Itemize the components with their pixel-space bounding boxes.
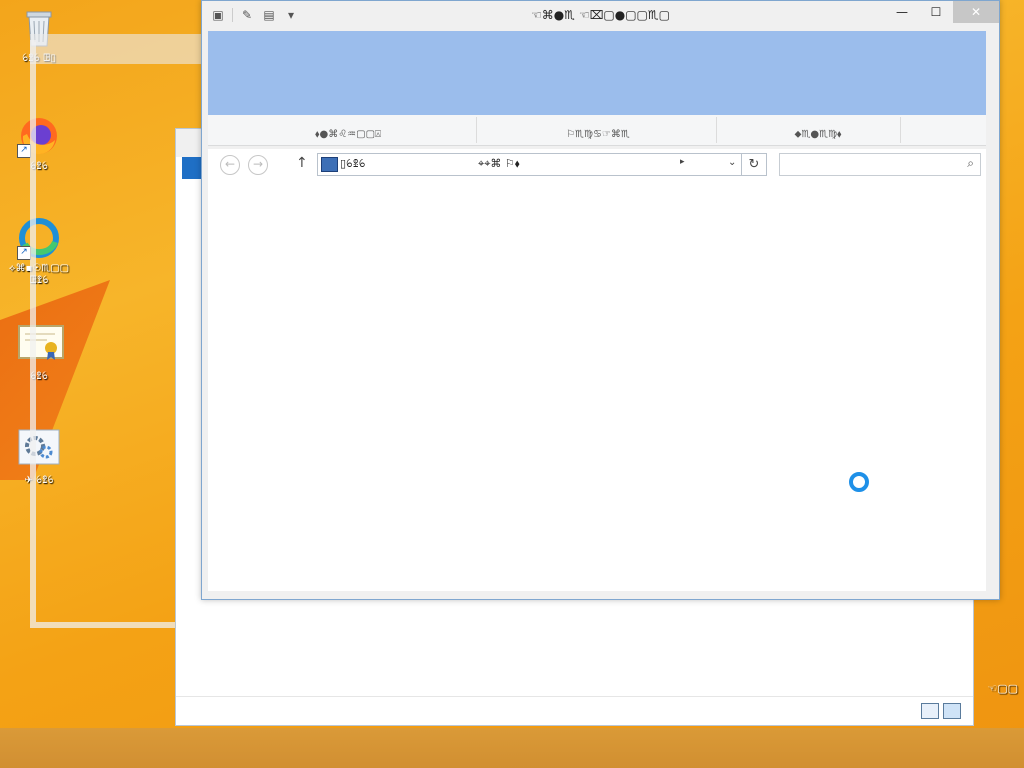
large-icons-view-icon[interactable] xyxy=(943,703,961,719)
search-icon[interactable]: ⌕ xyxy=(967,156,974,171)
explorer-window[interactable]: ▣ ✎ ▤ ▾ ☜⌘●♏ ☜⌧▢●▢▢♏▢ — ☐ ✕ ⬧●⌘♌♒▢▢⍓ ⚐♏♍… xyxy=(201,0,1000,600)
minimize-button[interactable]: — xyxy=(885,1,919,23)
maximize-button[interactable]: ☐ xyxy=(919,1,953,23)
ribbon-divider xyxy=(476,117,477,143)
forward-button[interactable]: → xyxy=(248,155,268,175)
breadcrumb-location[interactable]: ⌖⌖⌘ ⚐⬧ xyxy=(478,157,520,171)
ribbon-divider xyxy=(716,117,717,143)
chevron-down-icon[interactable]: ⌄ xyxy=(728,157,736,168)
window-title: ☜⌘●♏ ☜⌧▢●▢▢♏▢ xyxy=(531,8,670,22)
file-list-area[interactable] xyxy=(208,179,986,591)
back-button[interactable]: ← xyxy=(220,155,240,175)
search-box[interactable]: ⌕ xyxy=(779,153,981,176)
ribbon-group-label: ⬥♏●♏♍⬧ xyxy=(794,129,842,140)
shortcut-arrow-icon: ↗ xyxy=(17,246,31,260)
close-button[interactable]: ✕ xyxy=(953,1,999,23)
ribbon-group-label: ⚐♏♍♋☞⌘♏ xyxy=(566,129,630,140)
shortcut-arrow-icon: ↗ xyxy=(17,144,31,158)
window-controls: — ☐ ✕ xyxy=(885,1,999,23)
breadcrumb-arrow-icon[interactable]: ▸ xyxy=(680,157,685,167)
ribbon: ⬧●⌘♌♒▢▢⍓ ⚐♏♍♋☞⌘♏ ⬥♏●♏♍⬧ xyxy=(208,115,986,146)
ribbon-divider xyxy=(900,117,901,143)
refresh-button[interactable]: ↻ xyxy=(741,154,766,175)
background-window-statusbar xyxy=(176,696,973,725)
loading-spinner-icon xyxy=(849,472,869,492)
address-bar[interactable]: ▯ꕃꖵꕃ ⌖⌖⌘ ⚐⬧ ▸ ⌄ ↻ xyxy=(317,153,767,176)
up-button[interactable]: ↑ xyxy=(296,155,308,171)
ribbon-selection-overlay xyxy=(208,31,986,115)
computer-icon xyxy=(321,157,338,172)
tray-label: ☜▢▢ xyxy=(987,682,1018,695)
ribbon-group-label: ⬧●⌘♌♒▢▢⍓ xyxy=(314,129,382,140)
navigation-bar: ← → ↑ ▯ꕃꖵꕃ ⌖⌖⌘ ⚐⬧ ▸ ⌄ ↻ ⌕ xyxy=(208,149,986,179)
details-view-icon[interactable] xyxy=(921,703,939,719)
search-input[interactable] xyxy=(784,154,958,175)
window-titlebar[interactable]: ▣ ✎ ▤ ▾ ☜⌘●♏ ☜⌧▢●▢▢♏▢ — ☐ ✕ xyxy=(202,1,999,31)
taskbar[interactable]: ☜▢▢ xyxy=(0,682,1024,768)
breadcrumb-root[interactable]: ▯ꕃꖵꕃ xyxy=(340,157,365,171)
